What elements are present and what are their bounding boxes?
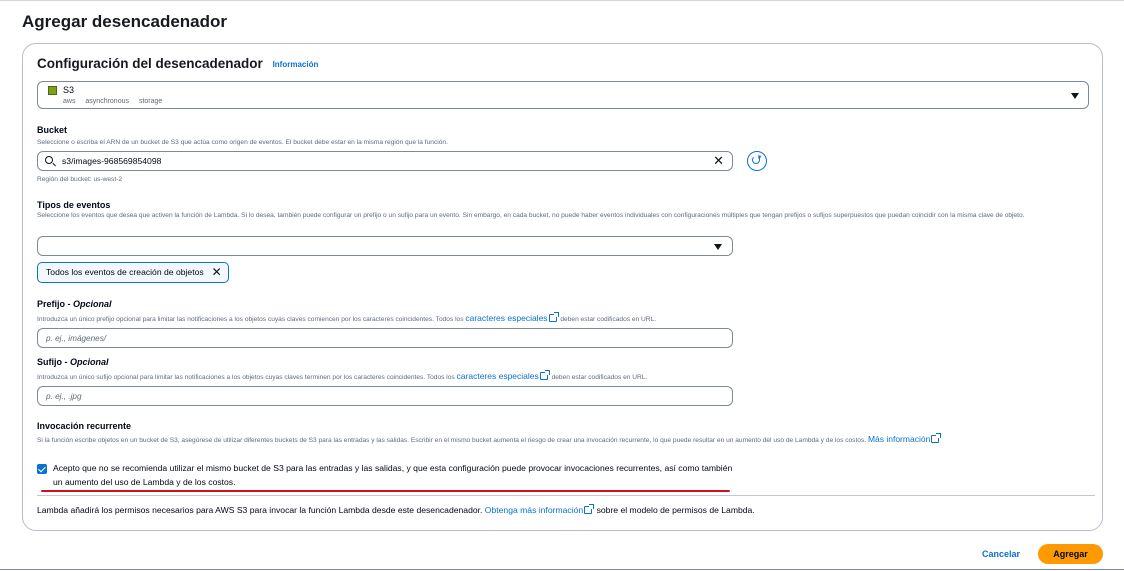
prefix-description: Introduzca un único prefijo opcional par… [37,312,657,325]
prefix-placeholder: p. ej., imágenes/ [46,334,107,343]
source-tag: aws [63,98,76,105]
trigger-config-panel: Configuración del desencadenador Informa… [22,43,1103,531]
prefix-label-text: Prefijo - [37,299,74,309]
prefix-desc-text: Introduzca un único prefijo opcional par… [37,316,466,323]
recursive-ack-checkbox[interactable] [37,464,47,474]
external-link-icon [539,370,550,380]
special-chars-link[interactable]: caracteres especiales [457,371,539,381]
suffix-optional: Opcional [70,357,109,367]
external-link-icon [584,504,595,514]
prefix-optional: Opcional [73,299,112,309]
prefix-input[interactable]: p. ej., imágenes/ [37,328,733,348]
bottom-divider [0,569,1124,570]
event-type-token: Todos los eventos de creación de objetos… [37,262,229,283]
source-tag: storage [138,98,163,105]
annotation-underline [41,490,730,492]
suffix-label: Sufijo - Opcional [37,357,109,367]
caret-down-icon [714,244,722,250]
event-types-select[interactable] [37,236,733,256]
add-button[interactable]: Agregar [1038,544,1103,564]
recursive-desc-text: Si la función escribe objetos en un buck… [37,437,868,444]
panel-title: Configuración del desencadenador Informa… [37,56,318,71]
learn-more-link[interactable]: Obtenga más información [485,505,583,515]
suffix-description: Introduzca un único sufijo opcional para… [37,370,648,383]
suffix-desc-text-end: deben estar codificados en URL. [549,374,648,381]
bucket-search-input[interactable]: s3/images-968569854098 ✕ [37,151,733,171]
page-title: Agregar desencadenador [22,12,228,31]
suffix-input[interactable]: p. ej., .jpg [37,386,733,406]
bucket-label: Bucket [37,125,68,135]
permissions-note-text: Lambda añadirá los permisos necesarios p… [37,505,485,515]
divider [37,495,1095,496]
recursive-ack-text: Acepto que no se recomienda utilizar el … [53,463,733,487]
bucket-region-note: Región del bucket: us-west-2 [37,176,123,183]
info-link[interactable]: Información [273,60,319,69]
external-link-icon [548,312,559,322]
recursive-description: Si la función escribe objetos en un buck… [37,433,1089,446]
source-name: S3 [63,85,75,95]
source-tags: aws asynchronous storage [63,98,170,105]
more-info-link[interactable]: Más información [868,434,930,444]
suffix-placeholder: p. ej., .jpg [46,392,82,401]
panel-title-text: Configuración del desencadenador [37,56,263,71]
recursive-label: Invocación recurrente [37,421,132,431]
trigger-source-select[interactable]: S3 aws asynchronous storage [37,81,1089,109]
cancel-button[interactable]: Cancelar [973,544,1029,564]
clear-icon[interactable]: ✕ [713,154,724,168]
suffix-label-text: Sufijo - [37,357,70,367]
permissions-note: Lambda añadirá los permisos necesarios p… [37,504,755,515]
source-tag: asynchronous [85,98,129,105]
refresh-icon[interactable] [747,151,767,171]
permissions-note-text-end: sobre el modelo de permisos de Lambda. [594,505,755,515]
prefix-desc-text-end: deben estar codificados en URL. [558,316,657,323]
event-type-token-label: Todos los eventos de creación de objetos [46,267,204,277]
external-link-icon [931,433,942,443]
event-types-label: Tipos de eventos [37,200,111,210]
top-divider [0,0,1124,4]
bucket-value: s3/images-968569854098 [62,156,162,166]
prefix-label: Prefijo - Opcional [37,299,112,309]
close-icon[interactable]: ✕ [212,263,222,282]
event-types-description: Seleccione los eventos que desea que act… [37,212,1025,219]
s3-icon [48,86,57,95]
caret-down-icon [1071,93,1079,99]
search-icon [45,156,53,164]
suffix-desc-text: Introduzca un único sufijo opcional para… [37,374,457,381]
special-chars-link[interactable]: caracteres especiales [465,313,547,323]
bucket-description: Seleccione o escriba el ARN de un bucket… [37,139,448,146]
